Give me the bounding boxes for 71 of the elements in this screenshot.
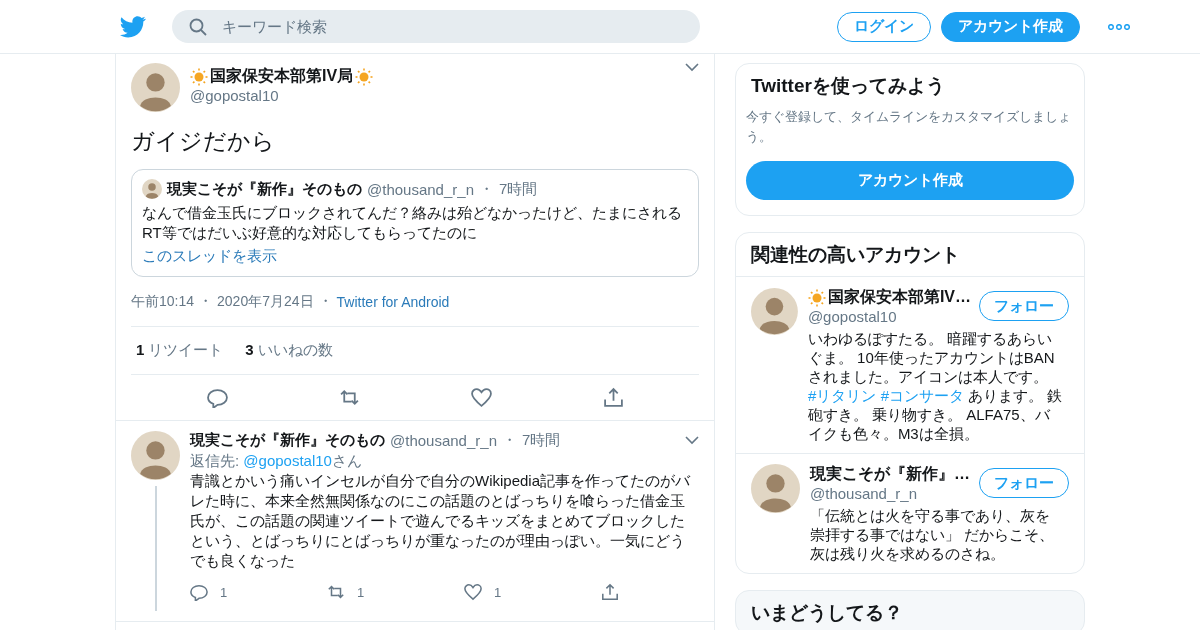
caret-icon[interactable] [685, 63, 699, 72]
author-handle[interactable]: @gopostal10 [190, 87, 675, 104]
avatar-icon[interactable] [142, 179, 162, 199]
hashtag-link[interactable]: #リタリン [807, 387, 877, 404]
action-count: 1 [357, 584, 365, 600]
card-title: Twitterを使ってみよう [750, 74, 946, 98]
author-name[interactable]: 現実こそが『新作』… [810, 464, 970, 485]
hashtag-link[interactable]: #コンサータ [880, 387, 965, 404]
separator-dot: ・ [502, 431, 517, 450]
caret-icon[interactable] [685, 436, 699, 445]
signup-button[interactable]: アカウント作成 [941, 11, 1080, 42]
retweet-icon [327, 583, 345, 601]
avatar-icon[interactable] [131, 63, 180, 112]
like-button[interactable] [470, 387, 492, 408]
more-icon[interactable] [1108, 23, 1130, 30]
avatar-icon[interactable] [751, 287, 798, 336]
tweet-time[interactable]: 7時間 [522, 431, 561, 450]
retweet-button[interactable] [338, 387, 360, 408]
card-text: 今すぐ登録して、タイムラインをカスタマイズしましょう。 [745, 108, 1072, 146]
tweet-text: ガイジだから [131, 127, 276, 156]
action-count: 1 [494, 584, 502, 600]
follow-button[interactable]: フォロー [979, 291, 1069, 321]
stat-link[interactable]: 3 いいねの数 [245, 341, 333, 360]
reply-button[interactable] [206, 387, 228, 408]
reply-to-text: 返信先: @gopostal10さん [190, 452, 363, 471]
retweet-button[interactable]: 1 [327, 583, 365, 601]
share-icon [602, 387, 624, 408]
author-name[interactable]: 現実こそが『新作』そのもの [167, 179, 362, 199]
author-handle[interactable]: @thousand_r_n [390, 432, 497, 449]
author-handle[interactable]: @thousand_r_n [367, 180, 474, 198]
tweet-timestamp: 2020年7月24日 [217, 292, 314, 311]
heart-icon [470, 387, 492, 408]
stat-link[interactable]: 1 リツイート [136, 341, 224, 360]
separator-dot: ・ [317, 292, 333, 311]
account-handle[interactable]: @gopostal10 [807, 308, 971, 325]
quoted-tweet[interactable]: 現実こそが『新作』そのもの @thousand_r_n ・ 7時間 なんで借金玉氏にブロックされてんだ？絡みは殆どなかったけど、たまにされるRT等ではだいぶ好意的な対応してもらってたのに このスレッドを表示 [131, 169, 699, 277]
action-count: 1 [220, 584, 228, 600]
search-field[interactable]: キーワード検索 [172, 10, 700, 43]
like-button[interactable]: 1 [464, 583, 502, 601]
card-title: 関連性の高いアカウント [750, 243, 961, 267]
author-name[interactable]: 現実こそが『新作』そのもの [190, 431, 385, 450]
separator-dot: ・ [198, 292, 214, 311]
account-bio: 「伝統とは火を守る事であり、灰を崇拝する事ではない」 だからこそ、灰は残り火を求めるのさね。 [810, 506, 1056, 563]
share-button[interactable] [602, 387, 624, 408]
mention-link[interactable]: @gopostal10 [243, 452, 332, 469]
retweet-icon [338, 387, 360, 408]
quoted-text: なんで借金玉氏にブロックされてんだ？絡みは殆どなかったけど、たまにされるRT等ではだいぶ好意的な対応してもらってたのに [142, 203, 683, 243]
author-name[interactable]: 国家保安本部第IV… [827, 287, 971, 308]
signup-button[interactable]: アカウント作成 [746, 161, 1074, 200]
card-title: いまどうしてる？ [750, 601, 904, 625]
login-button[interactable]: ログイン [837, 11, 931, 42]
tweet-text: 青識とかいう痛いインセルが自分で自分のWikipedia記事を作ってたのがバレた時に、本来全然無関係なのにこの話題のとばっちりを喰らった借金玉氏が、この話題の関連ツイートで遊んでるキッズをまとめてブロックしたという、とばっちりにとばっちりが重なったのが理由っぽい。一気にどうでも良くなった [190, 471, 692, 571]
avatar-icon[interactable] [131, 431, 180, 480]
tweet-timestamp: 午前10:14 [131, 292, 195, 311]
search-icon [189, 18, 207, 36]
heart-icon [464, 583, 482, 601]
reply-button[interactable]: 1 [190, 583, 228, 601]
author-name[interactable]: 国家保安本部第IV局 [210, 66, 354, 87]
reply-icon [206, 387, 228, 408]
follow-button[interactable]: フォロー [979, 468, 1069, 498]
tweet-time[interactable]: 7時間 [499, 179, 538, 199]
share-icon [601, 583, 619, 601]
account-bio: いわゆるぽすたる。 暗躍するあらいぐま。 10年使ったアカウントはBANされました。アイコンは本人です。 #リタリン #コンサータ あります。 鉄砲すき。 乗り物すき。 ALFA75、バイクも色々。M3は全損。 [807, 329, 1064, 443]
separator-dot: ・ [479, 179, 494, 199]
bird-logo[interactable] [120, 15, 146, 38]
reply-icon [190, 583, 208, 601]
source-link[interactable]: Twitter for Android [336, 293, 450, 310]
share-button[interactable] [601, 583, 619, 601]
show-thread-link[interactable]: このスレッドを表示 [142, 247, 277, 266]
account-handle[interactable]: @thousand_r_n [810, 485, 971, 502]
avatar-icon[interactable] [751, 464, 800, 513]
